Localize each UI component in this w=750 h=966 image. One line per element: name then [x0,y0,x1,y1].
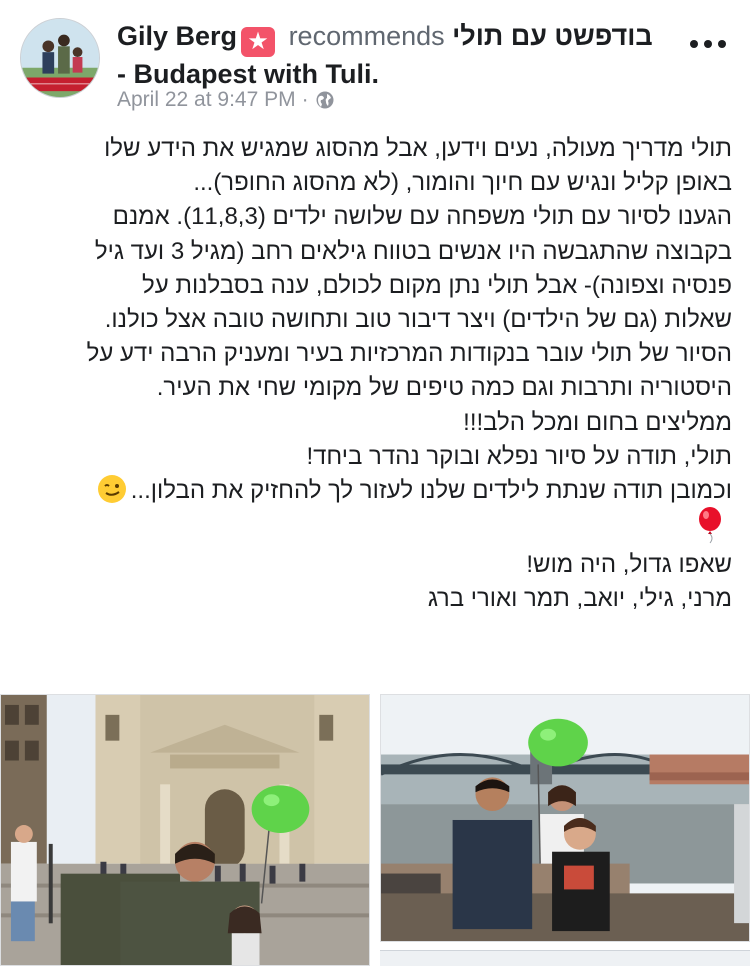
recommends-verb: recommends [288,21,445,51]
post-meta: April 22 at 9:47 PM · [117,88,335,112]
more-options-button[interactable] [686,28,730,58]
page-name-english[interactable]: - Budapest with Tuli. [117,59,379,89]
recommendation-star-icon: ★ [241,27,276,57]
post-timestamp[interactable]: April 22 at 9:47 PM [117,88,296,112]
page-name-hebrew[interactable]: בודפשט עם תולי [452,21,653,51]
post-line: הסיור של תולי עובר בנקודות המרכזיות בעיר… [86,340,732,368]
winking-face-emoji [97,475,126,504]
post-title: Gily Berg ★ recommends בודפשט עם תולי - B… [117,19,677,91]
post-line: שאלות (גם של הילדים) ויצר דיבור טוב ותחו… [104,306,732,334]
author-avatar[interactable] [20,18,100,98]
post-text: תולי מדריך מעולה, נעים וידען, אבל מהסוג … [20,132,732,617]
post-line: בקבוצה שהתגבשה היו אנשים בטווח גילאים רח… [94,237,732,265]
post-line: תולי מדריך מעולה, נעים וידען, אבל מהסוג … [104,135,732,162]
post-photo-river[interactable] [380,694,750,942]
balloon-emoji-line [20,507,732,548]
post-header: Gily Berg ★ recommends בודפשט עם תולי - B… [0,0,750,125]
red-balloon-emoji [699,507,721,544]
post-line: שאפו גדול, היה מוש! [526,551,732,579]
post-line: וכמובן תודה שנתת לילדים שלנו לעזור לך לה… [130,477,732,505]
meta-separator: · [301,88,309,111]
photo-river-image [381,695,749,941]
avatar-image [21,19,99,97]
post-line: פנסיה וצפונה)- אבל תולי נתן מקום לכולם, … [142,271,732,299]
globe-icon[interactable] [315,90,335,110]
post-photo-basilica[interactable] [0,694,370,966]
post-line: ממליצים בחום ומכל הלב!!! [463,408,732,436]
post-line: תולי, תודה על סיור נפלא ובוקר נהדר ביחד! [306,442,732,470]
post-signature: מרני, גילי, יואב, תמר ואורי ברג [427,585,732,613]
post-line: הגענו לסיור עם תולי משפחה עם שלושה ילדים… [112,203,732,231]
more-dots-icon [690,40,698,48]
post-line-with-emoji: וכמובן תודה שנתת לילדים שלנו לעזור לך לה… [20,474,732,508]
author-name[interactable]: Gily Berg [117,21,237,51]
post-line: באופן קליל ונגיש עם חיוך והומור, (לא מהס… [193,169,732,197]
post-photo-third-preview[interactable] [380,950,750,966]
more-dot-3 [718,40,726,48]
post-line: היסטוריה ותרבות וגם כמה טיפים של מקומי ש… [156,374,732,402]
more-dot-2 [704,40,712,48]
photo-basilica-image [1,695,369,965]
